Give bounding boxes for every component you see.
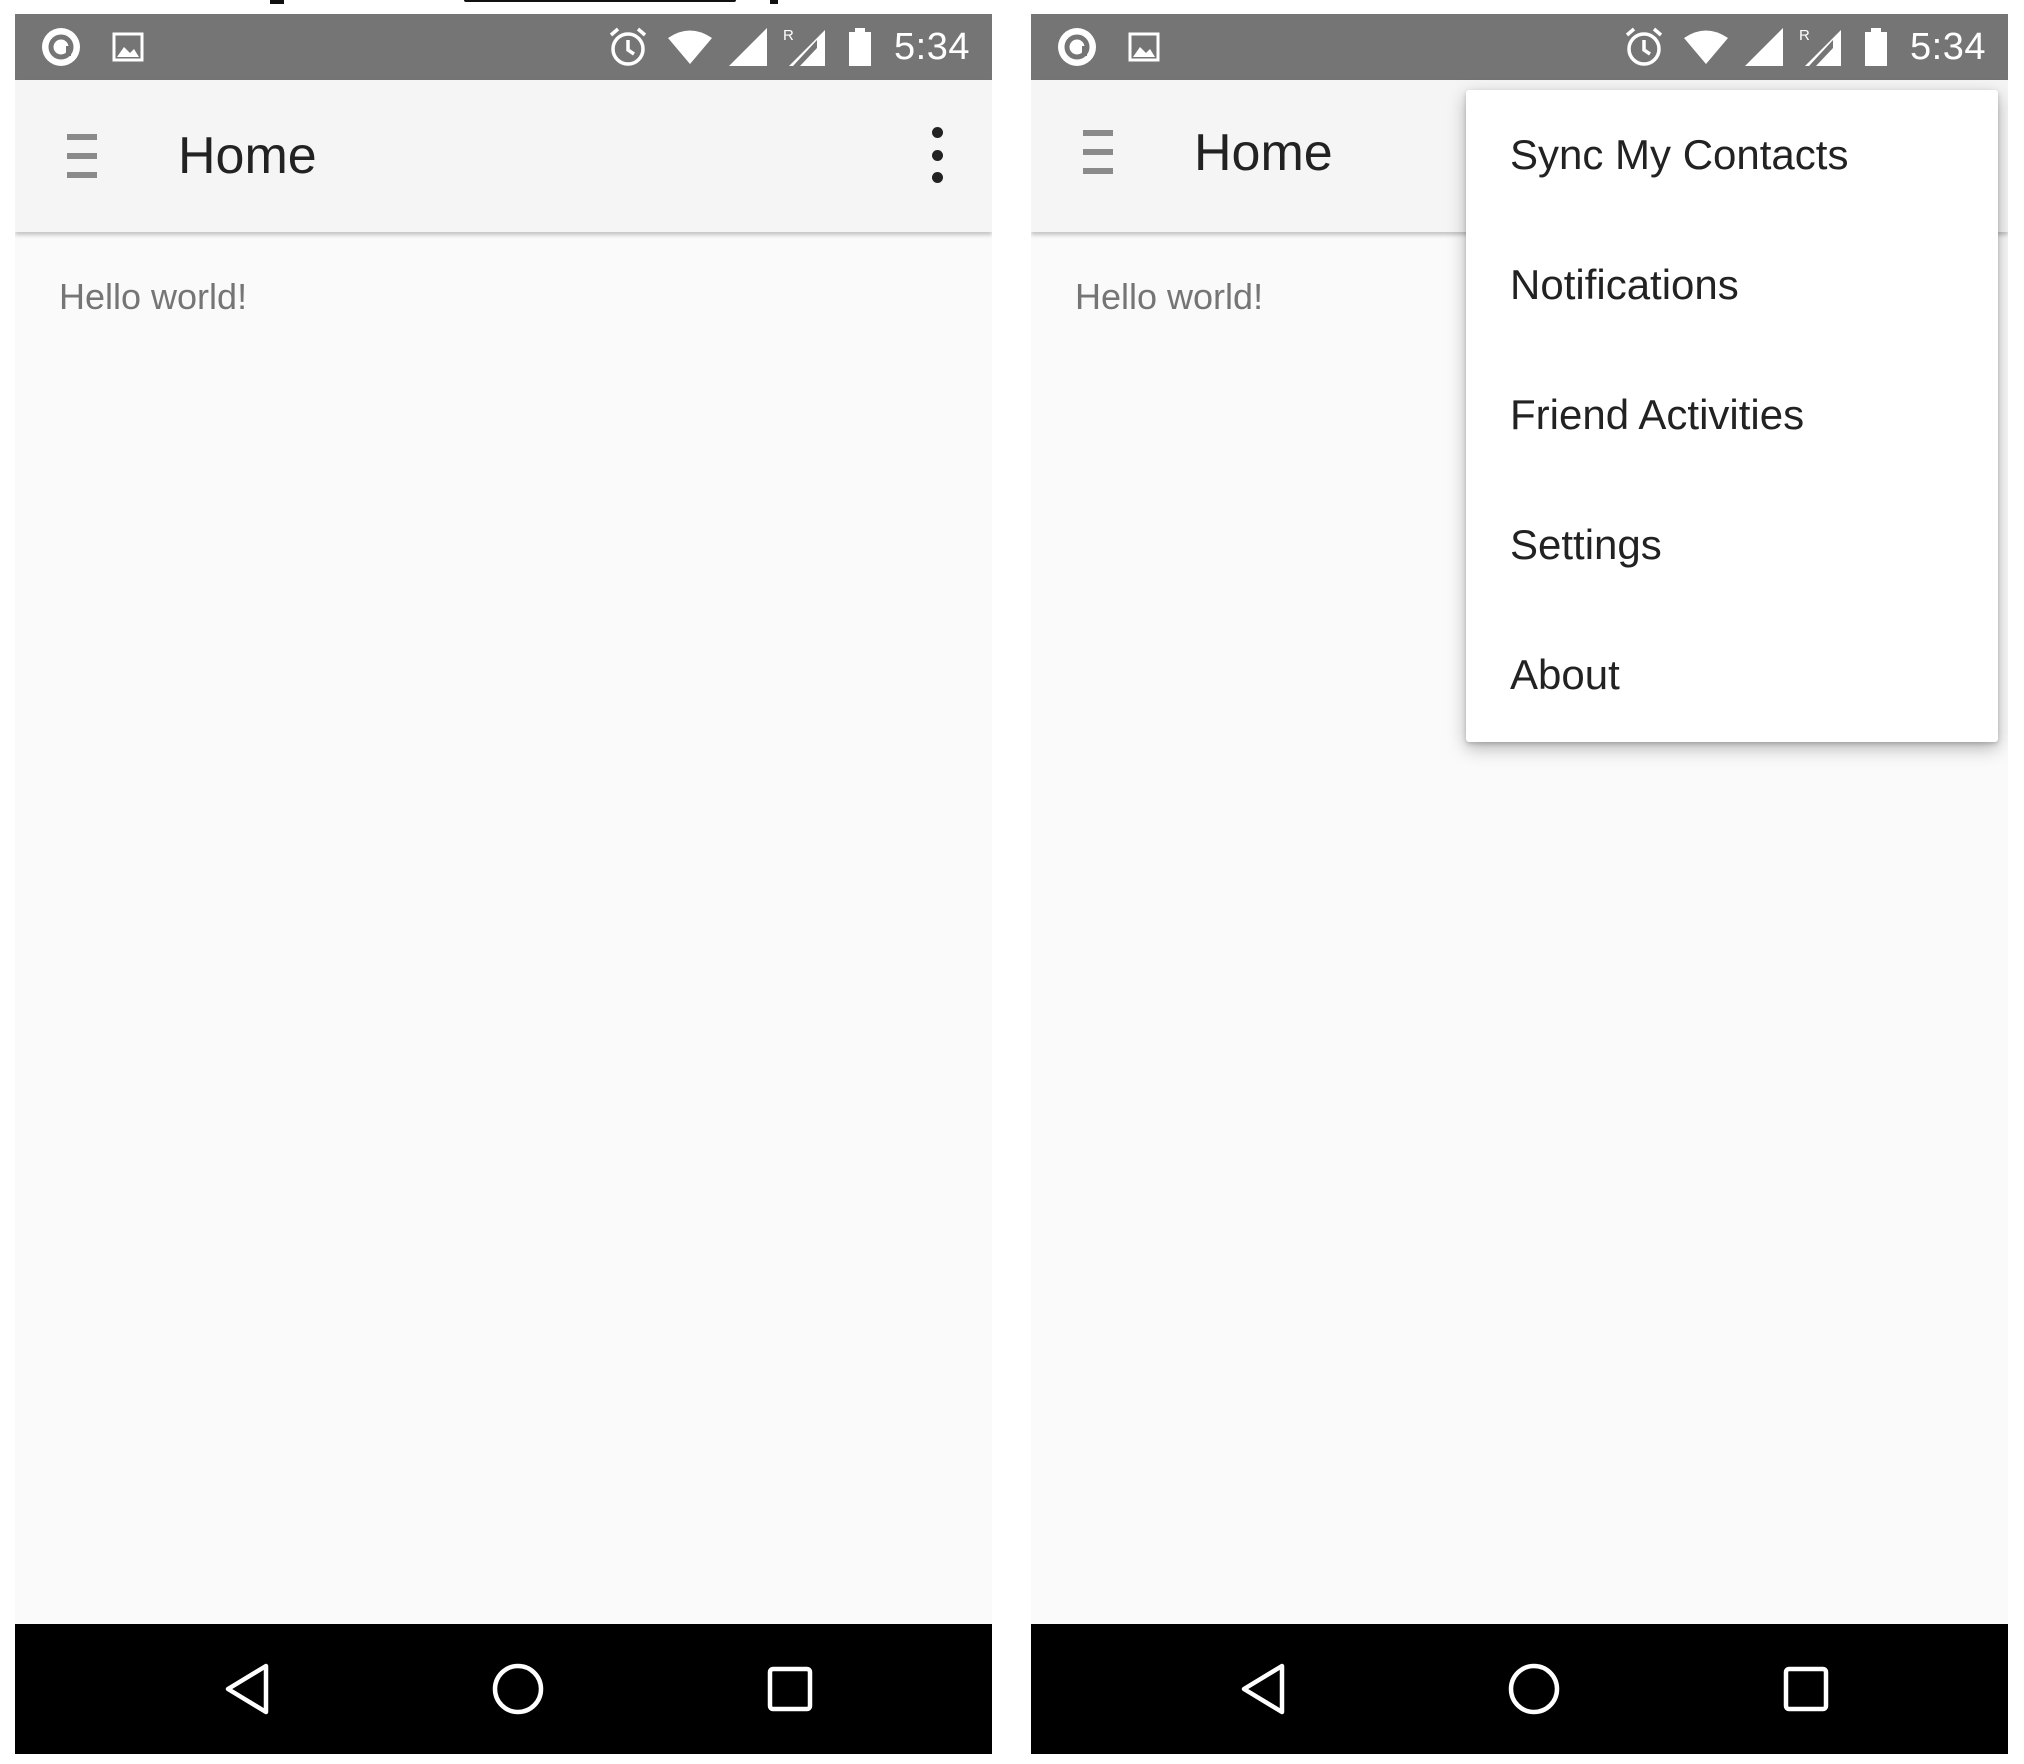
- cell-signal-icon: [726, 14, 770, 80]
- navigation-bar: [15, 1624, 992, 1754]
- phone-screen-default: R 5:34 Home Hello world!: [15, 14, 992, 1754]
- menu-item-settings[interactable]: Settings: [1466, 480, 1998, 610]
- status-bar: R 5:34: [15, 14, 992, 80]
- status-time: 5:34: [1910, 26, 1986, 68]
- battery-icon: [845, 14, 875, 80]
- app-notification-icon: [1055, 14, 1099, 80]
- wifi-icon: [1683, 14, 1729, 80]
- overflow-menu-icon[interactable]: [927, 127, 947, 183]
- app-notification-icon: [39, 14, 83, 80]
- phone-screen-menu-open: R 5:34 Home Hello world! Sync My Contact…: [1031, 14, 2008, 1754]
- hamburger-menu-icon[interactable]: [1083, 130, 1113, 174]
- menu-item-about[interactable]: About: [1466, 610, 1998, 740]
- home-icon[interactable]: [1474, 1624, 1594, 1754]
- alarm-icon: [1621, 14, 1667, 80]
- navigation-bar: [1031, 1624, 2008, 1754]
- hello-text: Hello world!: [59, 276, 248, 317]
- menu-item-friend-activities[interactable]: Friend Activities: [1466, 350, 1998, 480]
- roaming-letter: R: [1799, 27, 1810, 44]
- cell-signal-icon: [1742, 14, 1786, 80]
- menu-item-notifications[interactable]: Notifications: [1466, 220, 1998, 350]
- app-bar: Home: [15, 80, 992, 232]
- image-notification-icon: [111, 14, 145, 80]
- roaming-signal-icon: R: [1799, 14, 1843, 80]
- menu-item-sync-my-contacts[interactable]: Sync My Contacts: [1466, 90, 1998, 220]
- status-time: 5:34: [894, 26, 970, 68]
- recents-icon[interactable]: [1746, 1624, 1866, 1754]
- page-title: Home: [1194, 124, 1333, 182]
- back-icon[interactable]: [187, 1624, 307, 1754]
- alarm-icon: [605, 14, 651, 80]
- cropped-top-decoration: [770, 0, 778, 4]
- image-notification-icon: [1127, 14, 1161, 80]
- cropped-top-decoration: [464, 0, 736, 2]
- battery-icon: [1861, 14, 1891, 80]
- overflow-dropdown-menu: Sync My Contacts Notifications Friend Ac…: [1466, 90, 1998, 742]
- home-icon[interactable]: [458, 1624, 578, 1754]
- back-icon[interactable]: [1203, 1624, 1323, 1754]
- hello-text: Hello world!: [1075, 276, 1264, 317]
- hamburger-menu-icon[interactable]: [67, 134, 97, 178]
- wifi-icon: [667, 14, 713, 80]
- recents-icon[interactable]: [730, 1624, 850, 1754]
- roaming-letter: R: [783, 27, 794, 44]
- roaming-signal-icon: R: [783, 14, 827, 80]
- status-bar: R 5:34: [1031, 14, 2008, 80]
- page-title: Home: [178, 127, 317, 185]
- cropped-top-decoration: [270, 0, 284, 4]
